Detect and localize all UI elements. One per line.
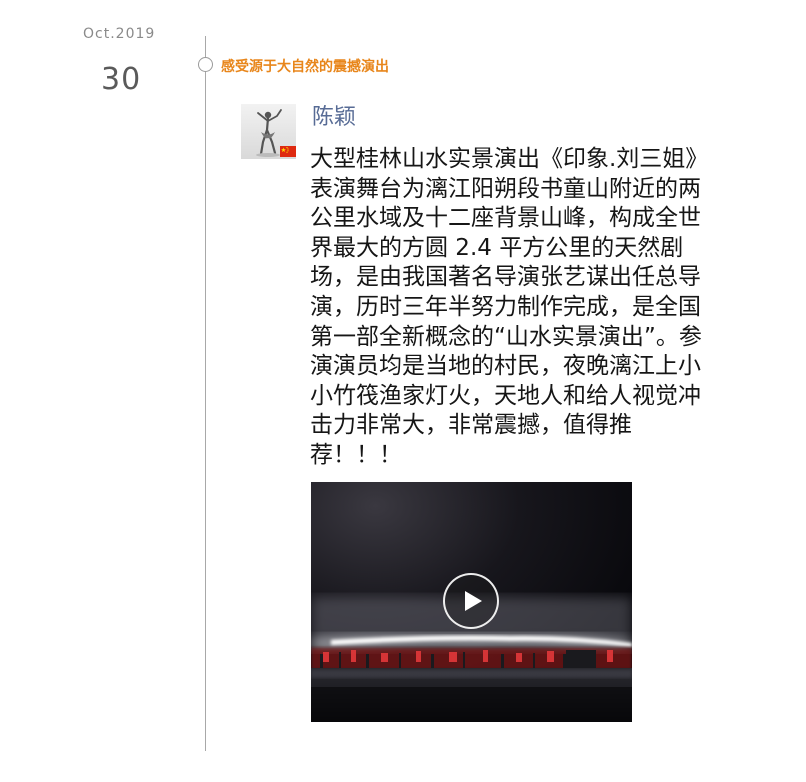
play-icon	[465, 591, 482, 611]
china-flag-icon	[280, 146, 296, 157]
post-line: 击力非常大，非常震撼，值得推	[310, 412, 632, 439]
post-line: 荐！！！	[310, 441, 402, 468]
timeline-line	[205, 36, 206, 751]
post-line: 第一部全新概念的“山水实景演出”。参	[310, 323, 702, 350]
author-name[interactable]: 陈颖	[312, 103, 356, 133]
timeline-page: Oct.2019 30 感受源于大自然的震撼演出 陈颖 大型桂林山水实景演出《印…	[0, 0, 806, 782]
post-line: 公里水域及十二座背景山峰，构成全世	[310, 205, 701, 232]
timeline-node-icon	[198, 57, 213, 72]
post-line: 表演舞台为漓江阳朔段书童山附近的两	[310, 175, 701, 202]
post-line: 小竹筏渔家灯火，天地人和给人视觉冲	[310, 382, 701, 409]
date-day: 30	[101, 62, 142, 97]
post-line: 演演员均是当地的村民，夜晚漓江上小	[310, 353, 701, 380]
date-month-year: Oct.2019	[83, 26, 156, 42]
post-line: 场，是由我国著名导演张艺谋出任总导	[310, 264, 701, 291]
post-body: 大型桂林山水实景演出《印象.刘三姐》 表演舞台为漓江阳朔段书童山附近的两 公里水…	[310, 145, 708, 471]
post-line: 界最大的方圆 2.4 平方公里的天然剧	[310, 234, 684, 261]
post-line: 大型桂林山水实景演出《印象.刘三姐》	[310, 146, 709, 172]
video-thumbnail[interactable]	[311, 482, 632, 722]
timeline-title: 感受源于大自然的震撼演出	[221, 59, 389, 75]
play-button[interactable]	[443, 573, 499, 629]
author-avatar[interactable]	[241, 104, 296, 159]
post-line: 演，历时三年半努力制作完成，是全国	[310, 293, 701, 320]
